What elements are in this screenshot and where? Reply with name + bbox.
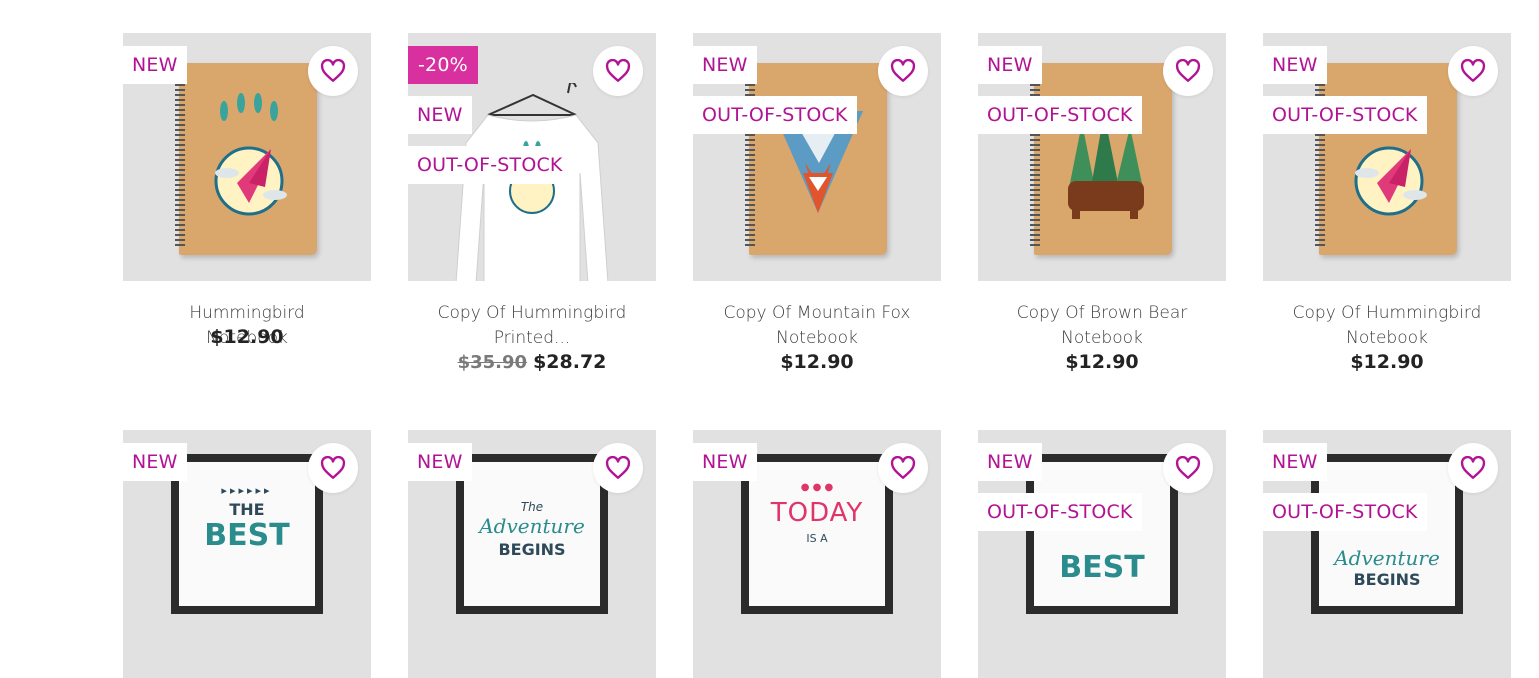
- poster-image: Adventure BEGINS: [1311, 454, 1463, 614]
- wishlist-button[interactable]: [1163, 46, 1213, 96]
- new-badge: NEW: [123, 443, 187, 481]
- poster-image: ▸▸▸▸▸▸ THE BEST: [171, 454, 323, 614]
- heart-outline-icon: [320, 59, 346, 82]
- product-name[interactable]: Copy Of Hummingbird Printed...: [432, 301, 632, 351]
- new-badge: NEW: [1263, 443, 1327, 481]
- poster-image: BEST: [1026, 454, 1178, 614]
- heart-outline-icon: [320, 456, 346, 479]
- poster-text: BEGINS: [1353, 570, 1421, 589]
- wishlist-button[interactable]: [308, 443, 358, 493]
- notebook-image: [745, 63, 887, 255]
- notebook-image: [1315, 63, 1457, 255]
- out-of-stock-badge: OUT-OF-STOCK: [978, 493, 1142, 531]
- new-badge: NEW: [693, 443, 757, 481]
- product-price: $12.90: [1065, 351, 1139, 373]
- wishlist-button[interactable]: [1448, 46, 1498, 96]
- product-image[interactable]: ● ● ● TODAY IS A NEW: [693, 430, 941, 678]
- discount-badge: -20%: [408, 46, 478, 84]
- poster-text: IS A: [806, 532, 828, 545]
- heart-outline-icon: [1460, 456, 1486, 479]
- heart-outline-icon: [1460, 59, 1486, 82]
- heart-outline-icon: [890, 456, 916, 479]
- product-name[interactable]: Copy Of Mountain Fox Notebook: [717, 301, 917, 351]
- product-name[interactable]: Copy Of Brown Bear Notebook: [1002, 301, 1202, 351]
- new-badge: NEW: [408, 443, 472, 481]
- new-badge: NEW: [408, 96, 472, 134]
- out-of-stock-badge: OUT-OF-STOCK: [408, 146, 572, 184]
- product-price: $12.90: [1350, 351, 1424, 373]
- new-badge: NEW: [1263, 46, 1327, 84]
- heart-outline-icon: [1175, 456, 1201, 479]
- poster-text: THE: [229, 500, 265, 519]
- poster-text: TODAY: [770, 498, 864, 528]
- product-image[interactable]: Adventure BEGINS NEW OUT-OF-STOCK: [1263, 430, 1511, 678]
- poster-text: Adventure: [479, 514, 585, 538]
- wishlist-button[interactable]: [308, 46, 358, 96]
- product-price: $12.90: [780, 351, 854, 373]
- wishlist-button[interactable]: [878, 46, 928, 96]
- new-badge: NEW: [693, 46, 757, 84]
- poster-text: The: [520, 500, 544, 514]
- notebook-image: [175, 63, 317, 255]
- product-image[interactable]: NEW: [123, 33, 371, 281]
- product-name[interactable]: Copy Of Hummingbird Notebook: [1287, 301, 1487, 351]
- product-image[interactable]: NEW OUT-OF-STOCK: [1263, 33, 1511, 281]
- poster-image: The Adventure BEGINS: [456, 454, 608, 614]
- wishlist-button[interactable]: [1163, 443, 1213, 493]
- out-of-stock-badge: OUT-OF-STOCK: [1263, 493, 1427, 531]
- new-badge: NEW: [978, 46, 1042, 84]
- product-image[interactable]: NEW OUT-OF-STOCK: [693, 33, 941, 281]
- new-badge: NEW: [978, 443, 1042, 481]
- out-of-stock-badge: OUT-OF-STOCK: [693, 96, 857, 134]
- poster-text: BEST: [204, 518, 290, 553]
- wishlist-button[interactable]: [1448, 443, 1498, 493]
- poster-text: Adventure: [1334, 546, 1440, 570]
- product-price: $28.72: [533, 351, 607, 373]
- new-badge: NEW: [123, 46, 187, 84]
- poster-text: BEGINS: [498, 540, 566, 559]
- product-image[interactable]: The Adventure BEGINS NEW: [408, 430, 656, 678]
- product-image[interactable]: BEST NEW OUT-OF-STOCK: [978, 430, 1226, 678]
- regular-price: $35.90: [457, 352, 528, 373]
- poster-text: BEST: [1059, 550, 1145, 585]
- wishlist-button[interactable]: [593, 46, 643, 96]
- product-image[interactable]: -20% NEW OUT-OF-STOCK: [408, 33, 656, 281]
- out-of-stock-badge: OUT-OF-STOCK: [978, 96, 1142, 134]
- product-image[interactable]: NEW OUT-OF-STOCK: [978, 33, 1226, 281]
- wishlist-button[interactable]: [878, 443, 928, 493]
- poster-image: ● ● ● TODAY IS A: [741, 454, 893, 614]
- heart-outline-icon: [890, 59, 916, 82]
- product-image[interactable]: ▸▸▸▸▸▸ THE BEST NEW: [123, 430, 371, 678]
- heart-outline-icon: [605, 59, 631, 82]
- out-of-stock-badge: OUT-OF-STOCK: [1263, 96, 1427, 134]
- heart-outline-icon: [605, 456, 631, 479]
- wishlist-button[interactable]: [593, 443, 643, 493]
- heart-outline-icon: [1175, 59, 1201, 82]
- notebook-image: [1030, 63, 1172, 255]
- product-price: $12.90: [210, 326, 284, 348]
